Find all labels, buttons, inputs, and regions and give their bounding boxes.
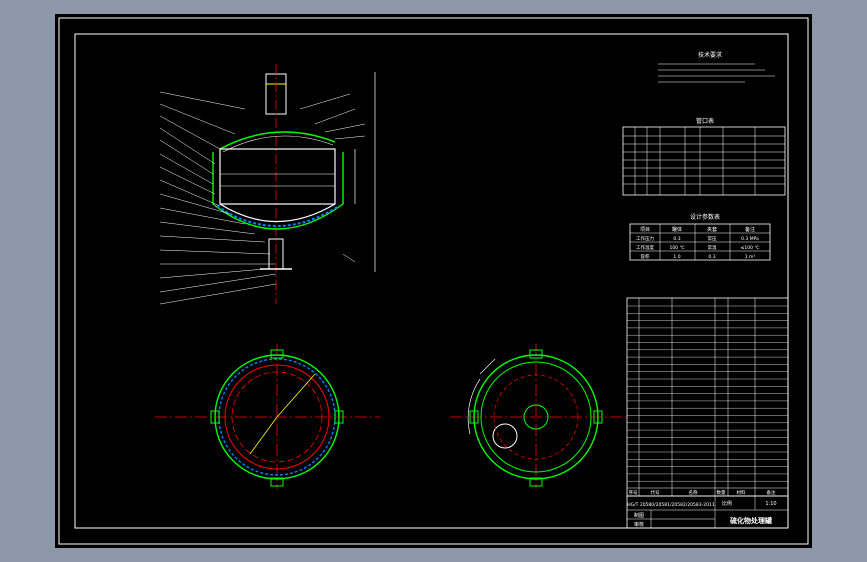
design-header-3: 备注 [745, 226, 755, 233]
elevation-view [159, 64, 376, 305]
title-row-label-2: 审核 [634, 521, 644, 528]
outer-frame [58, 17, 809, 545]
jacket-hatch [216, 205, 340, 227]
plan-view-left [155, 344, 380, 489]
title-block: HG/T 20580/20581/20582/20583-2011 制图 审核 … [626, 495, 789, 529]
design-r2c1: 1.0 [673, 254, 680, 260]
scale-value: 1:10 [765, 501, 776, 507]
design-header-2: 夹套 [707, 226, 717, 233]
tech-requirements: 技术要求 [658, 51, 775, 83]
nozzle-table: 管口表 [622, 117, 786, 196]
title-row-label-1: 制图 [634, 512, 644, 519]
design-header-0: 项目 [640, 227, 650, 233]
design-header-1: 罐体 [672, 226, 682, 233]
design-r2c0: 容积 [641, 253, 650, 260]
nozzle-table-title: 管口表 [696, 117, 714, 125]
bottom-left-standard-text: HG/T 20580/20581/20582/20583-2011 [627, 502, 715, 508]
inner-frame [74, 33, 789, 529]
design-r1c0: 工作温度 [636, 244, 654, 251]
parts-list: 序号 代号 名称 数量 材料 备注 [626, 297, 789, 497]
scale-label: 比例 [722, 500, 732, 507]
plan-left-radius [276, 373, 316, 418]
leader-lines-left [159, 91, 277, 305]
drawing-canvas: 技术要求 管口表 设计参数表 项目 罐体 夹套 备注 工作压力 0.3 常压 0… [58, 17, 809, 545]
design-table: 设计参数表 项目 罐体 夹套 备注 工作压力 0.3 常压 0.3 MPa 工作… [629, 213, 771, 261]
tech-requirements-title: 技术要求 [698, 51, 722, 59]
design-table-title: 设计参数表 [690, 213, 720, 221]
plan-left-radius-2 [249, 416, 278, 455]
parts-header-5: 备注 [767, 489, 776, 496]
top-head-inner [222, 135, 334, 153]
cad-viewport[interactable]: 技术要求 管口表 设计参数表 项目 罐体 夹套 备注 工作压力 0.3 常压 0… [0, 0, 867, 562]
design-r1c2: 常温 [708, 244, 717, 251]
design-r0c0: 工作压力 [636, 235, 654, 242]
parts-header-0: 序号 [629, 489, 638, 496]
design-r2c3: 1 m³ [745, 254, 756, 260]
plan-right-manhole [492, 423, 518, 449]
parts-header-1: 代号 [651, 489, 660, 496]
parts-header-3: 数量 [717, 489, 726, 496]
drawing-title: 硫化物处理罐 [730, 516, 772, 525]
jacket [212, 152, 344, 230]
design-r1c3: ≤100 ℃ [741, 245, 760, 251]
design-r1c1: 100 ℃ [669, 245, 684, 251]
design-r0c2: 常压 [708, 235, 717, 242]
plan-view-right [450, 344, 630, 489]
design-r2c2: 0.3 [708, 254, 715, 260]
design-r0c3: 0.3 MPa [741, 236, 759, 242]
parts-header-4: 材料 [737, 489, 746, 496]
drawing-sheet: 技术要求 管口表 设计参数表 项目 罐体 夹套 备注 工作压力 0.3 常压 0… [55, 14, 812, 548]
design-r0c1: 0.3 [673, 236, 680, 242]
parts-header-2: 名称 [689, 489, 698, 496]
shell [219, 148, 336, 205]
